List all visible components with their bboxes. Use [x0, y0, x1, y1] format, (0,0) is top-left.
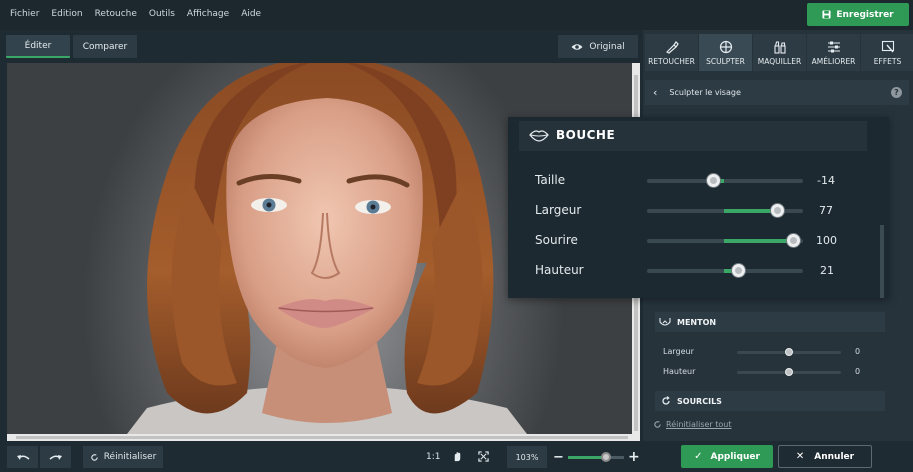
tool-retoucher[interactable]: RETOUCHER	[645, 34, 698, 71]
tool-label: MAQUILLER	[757, 56, 802, 66]
reset-all-label: Réinitialiser tout	[666, 420, 732, 429]
cancel-label: Annuler	[814, 451, 855, 462]
tool-ameliorer[interactable]: AMÉLIORER	[807, 34, 860, 71]
check-icon: ✓	[694, 451, 703, 462]
save-icon	[822, 10, 831, 19]
menton-title: MENTON	[677, 317, 717, 327]
tool-sculpter[interactable]: SCULPTER	[699, 34, 752, 71]
largeur-fill	[724, 209, 778, 213]
undo-icon	[16, 454, 29, 460]
section-sourcils[interactable]: SOURCILS	[655, 391, 885, 411]
zoom-in-icon[interactable]: +	[628, 449, 640, 465]
brush-icon	[665, 40, 679, 54]
close-icon: ✕	[795, 451, 805, 462]
menton-largeur-knob[interactable]	[785, 348, 793, 356]
sourire-label: Sourire	[535, 233, 578, 247]
taille-knob[interactable]	[707, 174, 720, 187]
menton-largeur-label: Largeur	[663, 347, 694, 356]
menu-retouche[interactable]: Retouche	[89, 9, 143, 19]
zoom-value[interactable]: 103%	[507, 446, 547, 468]
menu-affichage[interactable]: Affichage	[181, 9, 235, 19]
canvas-horizontal-scroll-thumb[interactable]	[16, 436, 628, 439]
menu-outils[interactable]: Outils	[143, 9, 181, 19]
sourcils-title: SOURCILS	[677, 396, 722, 406]
hauteur-knob[interactable]	[732, 264, 745, 277]
tab-edit[interactable]: Éditer	[6, 35, 70, 58]
tool-label: AMÉLIORER	[811, 56, 856, 66]
largeur-value: 77	[819, 204, 833, 217]
lips-icon	[529, 130, 549, 142]
sourire-fill	[724, 239, 794, 243]
sourire-knob[interactable]	[787, 234, 800, 247]
largeur-label: Largeur	[535, 203, 582, 217]
menu-edition[interactable]: Edition	[45, 9, 88, 19]
reset-icon	[654, 421, 661, 428]
section-menton[interactable]: MENTON	[655, 312, 885, 332]
redo-button[interactable]	[40, 446, 71, 468]
tool-label: EFFETS	[873, 56, 902, 66]
taille-value: -14	[817, 174, 835, 187]
reset-button[interactable]: Réinitialiser	[83, 446, 163, 468]
tool-label: SCULPTER	[706, 56, 745, 66]
reset-icon	[90, 453, 98, 461]
sourire-value: 100	[816, 234, 837, 247]
apply-label: Appliquer	[710, 451, 760, 462]
taille-track[interactable]	[647, 179, 803, 183]
zoom-out-icon[interactable]: −	[553, 450, 564, 465]
zoom-slider-knob[interactable]	[601, 452, 611, 462]
original-button[interactable]: Original	[558, 35, 638, 58]
taille-label: Taille	[535, 173, 566, 187]
sliders-icon	[827, 41, 840, 52]
hauteur-label: Hauteur	[535, 263, 584, 277]
reset-label: Réinitialiser	[103, 452, 157, 462]
hauteur-value: 21	[820, 264, 834, 277]
help-icon[interactable]: ?	[891, 87, 902, 98]
panel-subheader: ‹ Sculpter le visage	[645, 80, 909, 105]
makeup-icon	[773, 40, 786, 54]
view-tabbar: Éditer Comparer Original	[0, 30, 641, 63]
save-button[interactable]: Enregistrer	[807, 3, 909, 26]
menton-hauteur-knob[interactable]	[785, 368, 793, 376]
effects-icon	[881, 40, 894, 52]
menu-aide[interactable]: Aide	[235, 9, 267, 19]
original-label: Original	[589, 41, 625, 52]
save-label: Enregistrer	[836, 9, 894, 20]
tool-tabs: RETOUCHER SCULPTER MAQUILLER AMÉLIORER E…	[645, 34, 913, 71]
menu-bar: Fichier Edition Retouche Outils Affichag…	[0, 0, 913, 30]
bouche-title: BOUCHE	[556, 128, 616, 142]
cancel-button[interactable]: ✕ Annuler	[778, 445, 872, 468]
tool-maquiller[interactable]: MAQUILLER	[753, 34, 806, 71]
subheader-title: Sculpter le visage	[669, 88, 741, 97]
back-chevron-icon[interactable]: ‹	[653, 86, 657, 99]
largeur-knob[interactable]	[771, 204, 784, 217]
fit-screen-icon[interactable]	[478, 451, 489, 462]
sculpt-icon	[719, 40, 732, 53]
bouche-scroll-thumb[interactable]	[880, 225, 884, 298]
hand-icon[interactable]	[452, 451, 463, 462]
undo-button[interactable]	[7, 446, 38, 468]
eye-icon	[571, 43, 583, 50]
tool-label: RETOUCHER	[648, 56, 695, 66]
apply-button[interactable]: ✓ Appliquer	[681, 445, 773, 468]
reset-all-link[interactable]: Réinitialiser tout	[653, 420, 732, 429]
chin-icon	[659, 318, 671, 326]
reset-circle-icon	[662, 396, 670, 405]
tab-compare[interactable]: Comparer	[73, 35, 137, 58]
tool-effets[interactable]: EFFETS	[861, 34, 913, 71]
menu-fichier[interactable]: Fichier	[4, 9, 45, 19]
ratio-button[interactable]: 1:1	[426, 452, 440, 462]
menton-hauteur-value: 0	[855, 367, 861, 376]
menton-largeur-value: 0	[855, 347, 861, 356]
menu-items: Fichier Edition Retouche Outils Affichag…	[4, 9, 267, 19]
redo-icon	[49, 454, 62, 460]
menton-hauteur-label: Hauteur	[663, 367, 696, 376]
